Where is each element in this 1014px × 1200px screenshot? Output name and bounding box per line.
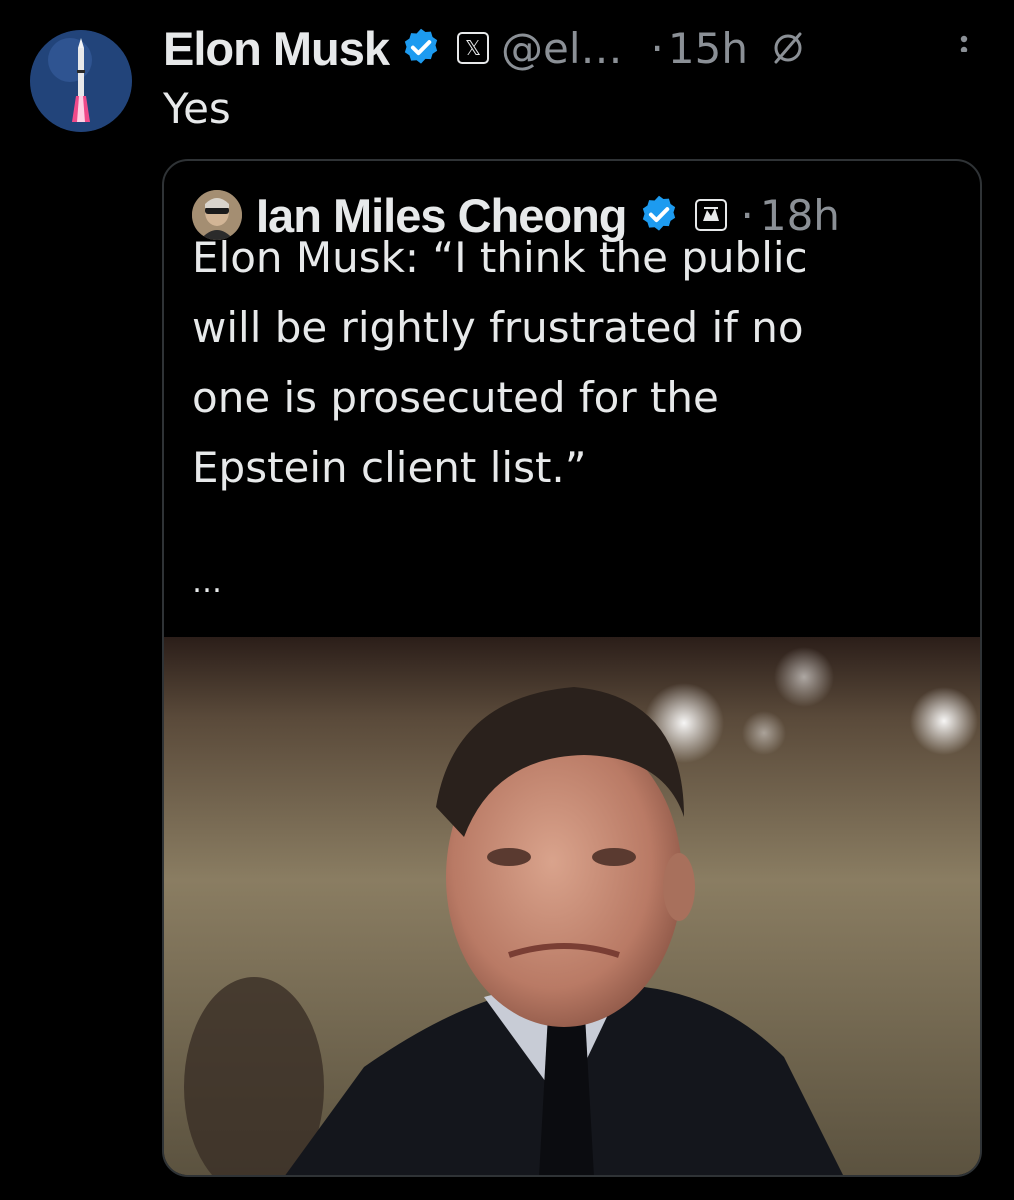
- author-handle[interactable]: @el…: [501, 24, 623, 73]
- tweet-timestamp[interactable]: 15h: [668, 24, 748, 73]
- show-more-ellipsis[interactable]: …: [192, 565, 224, 600]
- tweet-text: Yes: [163, 84, 231, 133]
- affiliation-x-icon[interactable]: 𝕏: [457, 32, 490, 64]
- quoted-tweet-text: Elon Musk: “I think the public will be r…: [192, 223, 952, 503]
- quoted-text-line: one is prosecuted for the: [192, 373, 719, 422]
- rocket-avatar-icon: [30, 30, 132, 132]
- quoted-text-line: will be rightly frustrated if no: [192, 303, 804, 352]
- separator-dot: ·: [650, 23, 664, 73]
- portrait-photo-icon: [164, 637, 980, 1175]
- quoted-text-line: Elon Musk: “I think the public: [192, 233, 808, 282]
- tweet-header: Elon Musk 𝕏 @el… · 15h: [163, 18, 993, 78]
- quoted-text-line: Epstein client list.”: [192, 443, 587, 492]
- verified-badge-icon[interactable]: [399, 26, 443, 70]
- quoted-tweet[interactable]: Ian Miles Cheong · 18h Elon Musk: “I thi…: [162, 159, 982, 1177]
- more-options-icon[interactable]: [954, 8, 974, 52]
- tweet[interactable]: Elon Musk 𝕏 @el… · 15h Yes Ian Miles Che…: [0, 0, 1014, 1200]
- author-avatar[interactable]: [30, 30, 132, 132]
- edited-icon[interactable]: [768, 28, 808, 68]
- quoted-media-image[interactable]: [164, 637, 980, 1175]
- author-name[interactable]: Elon Musk: [163, 21, 390, 76]
